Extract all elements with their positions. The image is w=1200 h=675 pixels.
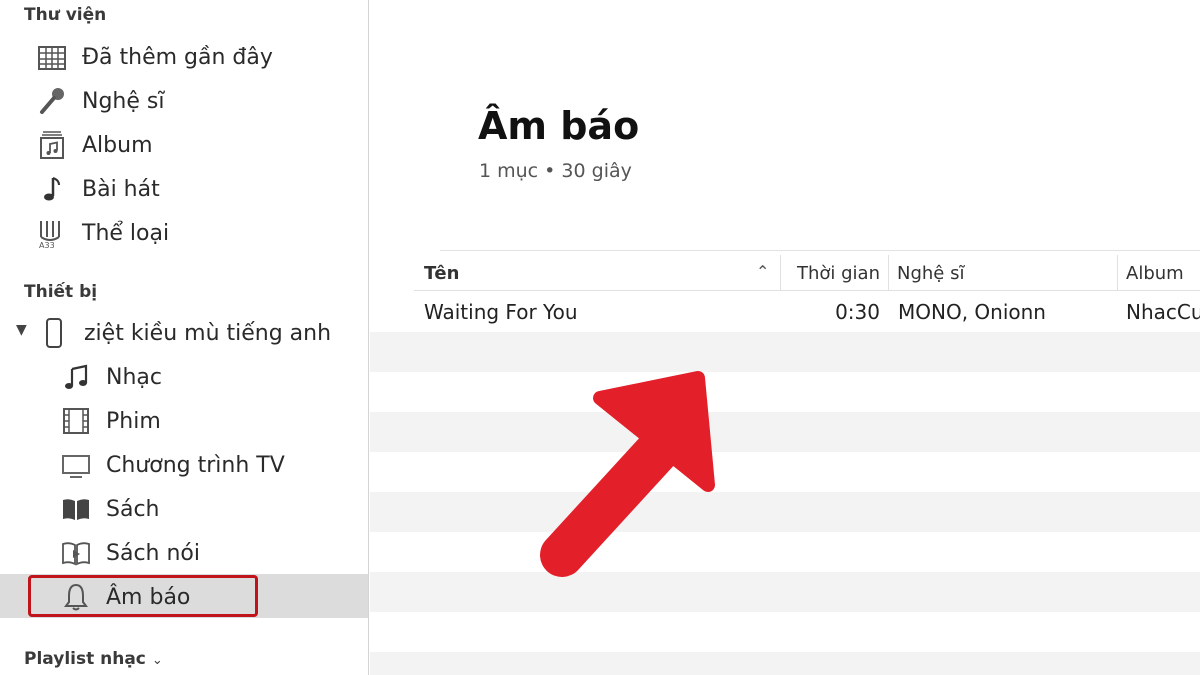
sidebar-item-label: Đã thêm gần đây <box>82 44 273 70</box>
column-header-name[interactable]: Tên <box>424 255 774 291</box>
phone-icon <box>36 315 72 351</box>
column-header-label: Tên <box>424 262 460 284</box>
music-note-icon <box>34 171 70 207</box>
sidebar: Thư viện Đã thêm gần đây Nghệ sĩ Album B… <box>0 0 369 675</box>
sidebar-item-music[interactable]: Nhạc <box>58 357 162 397</box>
sidebar-item-label: Nhạc <box>106 364 162 390</box>
column-header-label: Nghệ sĩ <box>897 262 965 284</box>
sidebar-item-movies[interactable]: Phim <box>58 401 161 441</box>
empty-row <box>370 452 1200 492</box>
recently-added-icon <box>34 39 70 75</box>
empty-row <box>370 652 1200 675</box>
sidebar-item-recently-added[interactable]: Đã thêm gần đây <box>34 37 273 77</box>
sidebar-item-label: Album <box>82 132 153 158</box>
table-row[interactable]: Waiting For You 0:30 MONO, Onionn NhacCu <box>370 292 1200 332</box>
device-item[interactable]: ziệt kiều mù tiếng anh <box>36 313 331 353</box>
sidebar-item-songs[interactable]: Bài hát <box>34 169 160 209</box>
empty-row <box>370 572 1200 612</box>
playlist-section-title[interactable]: Playlist nhạc ⌄ <box>24 649 163 669</box>
sidebar-item-label: Sách <box>106 496 160 522</box>
sidebar-item-genres[interactable]: A33 Thể loại <box>34 213 169 253</box>
cell-name: Waiting For You <box>424 300 578 324</box>
tv-icon <box>58 447 94 483</box>
album-icon <box>34 127 70 163</box>
playlist-section-label: Playlist nhạc <box>24 649 146 669</box>
sidebar-item-label: Chương trình TV <box>106 452 285 478</box>
empty-row <box>370 332 1200 372</box>
microphone-icon <box>34 83 70 119</box>
sidebar-item-label: Thể loại <box>82 220 170 246</box>
highlight-box <box>28 575 258 617</box>
column-header-label: Album <box>1126 262 1184 284</box>
sidebar-item-books[interactable]: Sách <box>58 489 160 529</box>
page-title: Âm báo <box>478 104 640 148</box>
cell-artist: MONO, Onionn <box>898 300 1046 324</box>
cell-time: 0:30 <box>835 300 880 324</box>
divider <box>440 250 1200 251</box>
device-name: ziệt kiều mù tiếng anh <box>84 320 332 346</box>
empty-row <box>370 532 1200 572</box>
book-icon <box>58 491 94 527</box>
sort-ascending-icon[interactable]: ⌃ <box>756 262 769 281</box>
sidebar-item-tv-shows[interactable]: Chương trình TV <box>58 445 285 485</box>
devices-section-title: Thiết bị <box>24 282 98 302</box>
main-content: Âm báo 1 mục • 30 giây Tên ⌃ Thời gian N… <box>370 0 1200 675</box>
column-header-label: Thời gian <box>796 262 880 284</box>
empty-row <box>370 492 1200 532</box>
cell-album: NhacCu <box>1126 300 1200 324</box>
column-header-artist[interactable]: Nghệ sĩ <box>888 255 1117 291</box>
audiobook-icon <box>58 535 94 571</box>
page-subtitle: 1 mục • 30 giây <box>479 160 632 182</box>
sidebar-item-albums[interactable]: Album <box>34 125 153 165</box>
genre-icon: A33 <box>34 215 70 251</box>
sidebar-item-label: Phim <box>106 408 161 434</box>
sidebar-item-artists[interactable]: Nghệ sĩ <box>34 81 164 121</box>
library-section-title: Thư viện <box>24 5 107 25</box>
sidebar-item-label: Nghệ sĩ <box>82 88 165 114</box>
table-header: Tên ⌃ Thời gian Nghệ sĩ Album <box>414 255 1200 291</box>
empty-row <box>370 372 1200 412</box>
column-header-album[interactable]: Album <box>1117 255 1200 291</box>
music-icon <box>58 359 94 395</box>
empty-row <box>370 412 1200 452</box>
empty-row <box>370 612 1200 652</box>
disclosure-triangle-icon[interactable]: ▼ <box>16 322 27 338</box>
table-body: Waiting For You 0:30 MONO, Onionn NhacCu <box>370 292 1200 675</box>
sidebar-item-label: Bài hát <box>82 176 160 202</box>
column-header-time[interactable]: Thời gian <box>780 255 888 291</box>
svg-text:A33: A33 <box>39 241 55 249</box>
chevron-down-icon: ⌄ <box>151 653 163 668</box>
sidebar-item-audiobooks[interactable]: Sách nói <box>58 533 200 573</box>
film-icon <box>58 403 94 439</box>
sidebar-item-label: Sách nói <box>106 540 200 566</box>
